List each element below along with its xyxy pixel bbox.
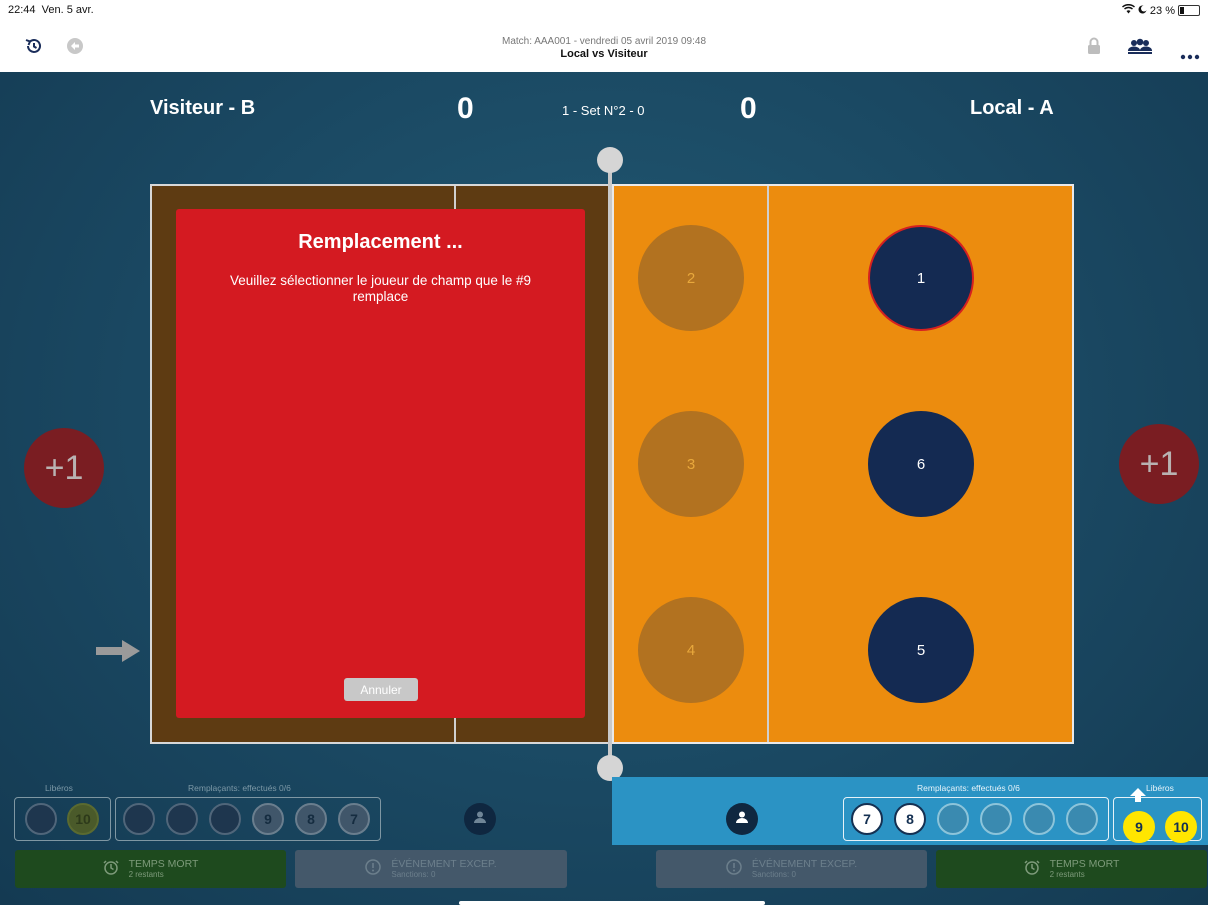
right-point-button[interactable]: +1 bbox=[1119, 424, 1199, 504]
left-team-name: Visiteur - B bbox=[150, 97, 256, 119]
right-team-name: Local - A bbox=[970, 97, 1054, 119]
right-event-button[interactable]: ÉVÉNEMENT EXCEP. Sanctions: 0 bbox=[656, 850, 927, 888]
sanctions-count: Sanctions: 0 bbox=[751, 869, 796, 879]
right-sub-slot[interactable] bbox=[1023, 803, 1055, 835]
more-icon[interactable] bbox=[1180, 47, 1200, 65]
player-position-2[interactable]: 2 bbox=[638, 225, 744, 331]
dialog-message: Veuillez sélectionner le joueur de champ… bbox=[230, 273, 531, 304]
right-sub-7[interactable]: 7 bbox=[851, 803, 883, 835]
right-sub-8[interactable]: 8 bbox=[894, 803, 926, 835]
left-sub-slot[interactable] bbox=[123, 803, 155, 835]
status-indicators: 23 % bbox=[1121, 3, 1200, 17]
right-sub-slot[interactable] bbox=[980, 803, 1012, 835]
navigation-bar: Match: AAA001 - vendredi 05 avril 2019 0… bbox=[0, 20, 1208, 73]
event-label: ÉVÉNEMENT EXCEP. bbox=[751, 857, 858, 870]
right-libero-9[interactable]: 9 bbox=[1123, 811, 1155, 843]
right-sub-slot[interactable] bbox=[937, 803, 969, 835]
net-antenna-top bbox=[597, 147, 623, 173]
left-sub-slot[interactable] bbox=[209, 803, 241, 835]
up-arrow-icon bbox=[1130, 788, 1146, 807]
sanctions-count: Sanctions: 0 bbox=[391, 869, 436, 879]
battery-percentage: 23 % bbox=[1149, 4, 1175, 17]
timeout-label: TEMPS MORT bbox=[128, 857, 199, 870]
left-liberos-label: Libéros bbox=[45, 783, 73, 793]
left-libero-10[interactable]: 10 bbox=[67, 803, 99, 835]
left-sub-8[interactable]: 8 bbox=[295, 803, 327, 835]
right-coach-button[interactable] bbox=[726, 803, 758, 835]
alert-icon bbox=[726, 858, 742, 880]
status-bar: 22:44 Ven. 5 avr. 23 % bbox=[0, 0, 1208, 20]
lock-icon[interactable] bbox=[1087, 37, 1101, 60]
match-teams: Local vs Visiteur bbox=[560, 48, 648, 60]
timeout-remaining: 2 restants bbox=[128, 869, 164, 879]
left-event-button[interactable]: ÉVÉNEMENT EXCEP. Sanctions: 0 bbox=[295, 850, 567, 888]
match-title: Match: AAA001 - vendredi 05 avril 2019 0… bbox=[0, 36, 1208, 60]
player-position-6[interactable]: 6 bbox=[868, 411, 974, 517]
set-indicator: 1 - Set N°2 - 0 bbox=[562, 103, 645, 118]
dialog-title: Remplacement ... bbox=[298, 231, 463, 253]
timeout-label: TEMPS MORT bbox=[1049, 857, 1120, 870]
right-team-score: 0 bbox=[740, 92, 757, 125]
right-timeout-button[interactable]: TEMPS MORT 2 restants bbox=[936, 850, 1207, 888]
moon-icon bbox=[1138, 5, 1147, 17]
left-point-button[interactable]: +1 bbox=[24, 428, 104, 508]
player-position-4[interactable]: 4 bbox=[638, 597, 744, 703]
player-position-5[interactable]: 5 bbox=[868, 597, 974, 703]
substitution-dialog: Remplacement ... Veuillez sélectionner l… bbox=[176, 209, 585, 718]
event-label: ÉVÉNEMENT EXCEP. bbox=[391, 857, 497, 870]
player-position-1[interactable]: 1 bbox=[868, 225, 974, 331]
right-libero-10[interactable]: 10 bbox=[1165, 811, 1197, 843]
timer-icon bbox=[103, 859, 119, 880]
battery-icon bbox=[1178, 5, 1200, 16]
right-attack-line bbox=[767, 186, 769, 742]
home-indicator bbox=[459, 901, 765, 905]
right-subs-label: Remplaçants: effectués 0/6 bbox=[917, 783, 1020, 793]
left-team-score: 0 bbox=[457, 92, 474, 125]
serve-arrow-icon bbox=[94, 638, 142, 669]
timeout-remaining: 2 restants bbox=[1049, 869, 1085, 879]
match-screen: Visiteur - B 0 1 - Set N°2 - 0 0 Local -… bbox=[0, 72, 1208, 905]
left-sub-9[interactable]: 9 bbox=[252, 803, 284, 835]
player-position-3[interactable]: 3 bbox=[638, 411, 744, 517]
timer-icon bbox=[1024, 859, 1040, 880]
status-time: 22:44 Ven. 5 avr. bbox=[8, 4, 94, 16]
right-liberos-label: Libéros bbox=[1146, 783, 1174, 793]
right-sub-slot[interactable] bbox=[1066, 803, 1098, 835]
wifi-icon bbox=[1121, 3, 1135, 17]
match-info: Match: AAA001 - vendredi 05 avril 2019 0… bbox=[501, 36, 707, 47]
alert-icon bbox=[365, 858, 382, 880]
left-coach-button[interactable] bbox=[464, 803, 496, 835]
user-icon bbox=[473, 810, 487, 829]
team-icon[interactable] bbox=[1127, 38, 1153, 59]
user-icon bbox=[735, 810, 749, 829]
net bbox=[608, 160, 612, 766]
left-sub-slot[interactable] bbox=[166, 803, 198, 835]
left-sub-7[interactable]: 7 bbox=[338, 803, 370, 835]
left-subs-label: Remplaçants: effectués 0/6 bbox=[188, 783, 291, 793]
cancel-button[interactable]: Annuler bbox=[344, 678, 418, 701]
left-timeout-button[interactable]: TEMPS MORT 2 restants bbox=[15, 850, 286, 888]
left-libero-slot[interactable] bbox=[25, 803, 57, 835]
